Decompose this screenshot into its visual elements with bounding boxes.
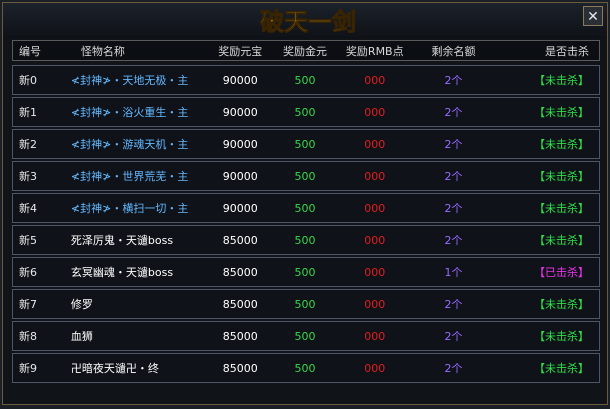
header-killed: 是否击杀	[544, 44, 589, 58]
row-status: 【未击杀】	[534, 234, 590, 247]
row-status: 【未击杀】	[534, 362, 590, 375]
table-row[interactable]: 新4 ≮封神≯・横扫一切・主 90000 500 000 2个 【未击杀】	[12, 193, 600, 223]
table-header: 编号 怪物名称 奖励元宝 奖励金元 奖励RMB点 剩余名额 是否击杀	[12, 40, 600, 61]
header-jinyuan: 奖励金元	[283, 44, 328, 58]
row-remaining: 2个	[444, 234, 463, 247]
row-jinyuan: 500	[294, 265, 316, 279]
boss-list: 新0 ≮封神≯・天地无极・主 90000 500 000 2个 【未击杀】 新1…	[12, 65, 600, 385]
row-jinyuan: 500	[294, 297, 316, 311]
row-jinyuan: 500	[294, 73, 316, 87]
row-id: 新8	[19, 330, 37, 343]
row-yuanbao: 90000	[222, 169, 258, 183]
row-jinyuan: 500	[294, 137, 316, 151]
row-rmb: 000	[364, 297, 386, 311]
row-rmb: 000	[364, 137, 386, 151]
header-remaining: 剩余名额	[431, 44, 476, 58]
row-remaining: 2个	[444, 138, 463, 151]
boss-reward-window: 破天一剑 ✕ 编号 怪物名称 奖励元宝 奖励金元 奖励RMB点 剩余名额 是否击…	[2, 2, 608, 405]
row-name: ≮封神≯・天地无极・主	[70, 74, 189, 87]
table-row[interactable]: 新1 ≮封神≯・浴火重生・主 90000 500 000 2个 【未击杀】	[12, 97, 600, 127]
row-id: 新7	[19, 298, 37, 311]
table-row[interactable]: 新5 死泽厉鬼・天谴boss 85000 500 000 2个 【未击杀】	[12, 225, 600, 255]
row-rmb: 000	[364, 329, 386, 343]
header-yuanbao: 奖励元宝	[218, 44, 263, 58]
row-jinyuan: 500	[294, 361, 316, 375]
row-yuanbao: 85000	[222, 329, 258, 343]
row-status: 【未击杀】	[534, 74, 590, 87]
row-id: 新9	[19, 362, 37, 375]
row-yuanbao: 90000	[222, 105, 258, 119]
row-name: ≮封神≯・游魂天机・主	[70, 138, 189, 151]
row-remaining: 2个	[444, 202, 463, 215]
row-rmb: 000	[364, 265, 386, 279]
row-status: 【未击杀】	[534, 170, 590, 183]
table-row[interactable]: 新0 ≮封神≯・天地无极・主 90000 500 000 2个 【未击杀】	[12, 65, 600, 95]
row-name: 玄冥幽魂・天谴boss	[70, 266, 174, 279]
row-remaining: 2个	[444, 106, 463, 119]
row-id: 新4	[19, 202, 37, 215]
row-yuanbao: 85000	[222, 233, 258, 247]
row-jinyuan: 500	[294, 169, 316, 183]
row-remaining: 2个	[444, 74, 463, 87]
table-row[interactable]: 新7 修罗 85000 500 000 2个 【未击杀】	[12, 289, 600, 319]
logo-text: 破天一剑	[260, 7, 356, 36]
row-yuanbao: 90000	[222, 73, 258, 87]
row-status: 【已击杀】	[534, 266, 590, 279]
row-name: ≮封神≯・浴火重生・主	[70, 106, 189, 119]
row-name: 血狮	[70, 330, 93, 343]
row-yuanbao: 85000	[222, 361, 258, 375]
row-yuanbao: 90000	[222, 137, 258, 151]
row-name: ≮封神≯・世界荒芜・主	[70, 170, 189, 183]
table-row[interactable]: 新8 血狮 85000 500 000 2个 【未击杀】	[12, 321, 600, 351]
row-jinyuan: 500	[294, 329, 316, 343]
row-id: 新5	[19, 234, 37, 247]
row-jinyuan: 500	[294, 201, 316, 215]
row-rmb: 000	[364, 105, 386, 119]
row-id: 新0	[19, 74, 37, 87]
row-rmb: 000	[364, 169, 386, 183]
row-rmb: 000	[364, 73, 386, 87]
row-name: 卍暗夜天谴卍・终	[70, 362, 159, 375]
row-yuanbao: 90000	[222, 201, 258, 215]
row-jinyuan: 500	[294, 233, 316, 247]
header-id: 编号	[19, 44, 41, 58]
row-status: 【未击杀】	[534, 298, 590, 311]
game-logo: 破天一剑	[260, 7, 357, 37]
row-name: 修罗	[70, 298, 93, 311]
row-rmb: 000	[364, 201, 386, 215]
row-remaining: 2个	[444, 330, 463, 343]
row-rmb: 000	[364, 233, 386, 247]
close-icon[interactable]: ✕	[587, 9, 599, 25]
row-id: 新6	[19, 266, 37, 279]
row-rmb: 000	[364, 361, 386, 375]
row-remaining: 2个	[444, 298, 463, 311]
row-yuanbao: 85000	[222, 265, 258, 279]
row-status: 【未击杀】	[534, 202, 590, 215]
row-yuanbao: 85000	[222, 297, 258, 311]
close-button[interactable]: ✕	[583, 6, 603, 26]
table-row[interactable]: 新6 玄冥幽魂・天谴boss 85000 500 000 1个 【已击杀】	[12, 257, 600, 287]
row-remaining: 2个	[444, 170, 463, 183]
row-name: 死泽厉鬼・天谴boss	[70, 234, 174, 247]
row-jinyuan: 500	[294, 105, 316, 119]
header-name: 怪物名称	[80, 44, 125, 58]
table-row[interactable]: 新9 卍暗夜天谴卍・终 85000 500 000 2个 【未击杀】	[12, 353, 600, 383]
row-status: 【未击杀】	[534, 106, 590, 119]
table-row[interactable]: 新2 ≮封神≯・游魂天机・主 90000 500 000 2个 【未击杀】	[12, 129, 600, 159]
row-id: 新1	[19, 106, 37, 119]
table-row[interactable]: 新3 ≮封神≯・世界荒芜・主 90000 500 000 2个 【未击杀】	[12, 161, 600, 191]
row-status: 【未击杀】	[534, 138, 590, 151]
row-remaining: 2个	[444, 362, 463, 375]
row-status: 【未击杀】	[534, 330, 590, 343]
header-rmb: 奖励RMB点	[345, 44, 404, 58]
row-name: ≮封神≯・横扫一切・主	[70, 202, 189, 215]
row-id: 新2	[19, 138, 37, 151]
row-remaining: 1个	[444, 266, 463, 279]
row-id: 新3	[19, 170, 37, 183]
title-bar: 破天一剑 ✕	[3, 3, 607, 39]
